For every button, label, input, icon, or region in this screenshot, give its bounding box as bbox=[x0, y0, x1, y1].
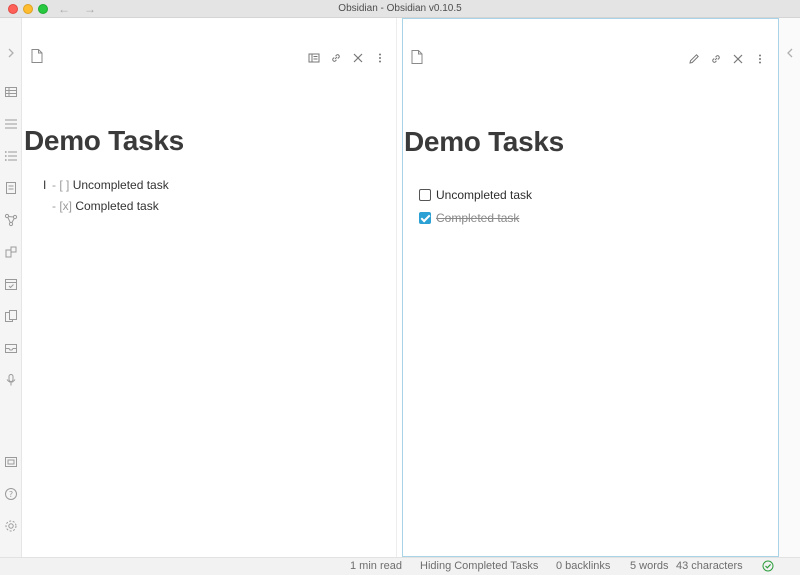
task-text: Uncompleted task bbox=[436, 188, 533, 202]
close-icon[interactable] bbox=[352, 52, 364, 64]
expand-right-sidebar-icon[interactable] bbox=[783, 46, 797, 60]
calendar-icon[interactable] bbox=[4, 277, 18, 291]
task-text: Completed task bbox=[436, 211, 520, 225]
lines-icon[interactable] bbox=[4, 117, 18, 131]
table-icon[interactable] bbox=[4, 85, 18, 99]
list-icon[interactable] bbox=[4, 149, 18, 163]
task-markdown-marker: - [x] bbox=[52, 199, 72, 213]
back-arrow-icon[interactable]: ← bbox=[58, 1, 70, 17]
plugin-status[interactable]: Hiding Completed Tasks bbox=[420, 560, 538, 572]
status-bar: 1 min read Hiding Completed Tasks 0 back… bbox=[0, 557, 800, 575]
title-bar: Obsidian - Obsidian v0.10.5 ← → bbox=[0, 0, 800, 18]
word-count: 5 words bbox=[630, 560, 669, 572]
forward-arrow-icon[interactable]: → bbox=[84, 1, 96, 17]
right-sidebar-strip bbox=[779, 18, 800, 557]
text-cursor-icon: I bbox=[43, 178, 47, 192]
help-icon[interactable]: ? bbox=[4, 487, 18, 501]
more-options-icon[interactable] bbox=[754, 53, 766, 65]
note-heading: Demo Tasks bbox=[404, 126, 564, 157]
inbox-icon[interactable] bbox=[4, 341, 18, 355]
link-icon[interactable] bbox=[710, 53, 722, 65]
task-markdown-marker: - [ ] bbox=[52, 178, 70, 192]
task-text: Completed task bbox=[75, 199, 159, 213]
left-ribbon: ? bbox=[0, 18, 22, 557]
file-icon bbox=[31, 49, 43, 63]
reading-view-icon[interactable] bbox=[308, 52, 320, 64]
source-line[interactable]: - [ ] Uncompleted task bbox=[52, 178, 169, 192]
note-heading: Demo Tasks bbox=[24, 125, 184, 156]
edit-pencil-icon[interactable] bbox=[688, 53, 700, 65]
close-icon[interactable] bbox=[732, 53, 744, 65]
task-item[interactable]: Completed task bbox=[419, 210, 519, 226]
editor-pane-source[interactable]: Demo Tasks - [ ] Uncompleted task - [x] … bbox=[22, 18, 396, 557]
task-text: Uncompleted task bbox=[72, 178, 169, 192]
file-icon bbox=[411, 50, 423, 64]
vault-icon[interactable] bbox=[4, 455, 18, 469]
task-item[interactable]: Uncompleted task bbox=[419, 187, 532, 203]
link-icon[interactable] bbox=[330, 52, 342, 64]
note-icon[interactable] bbox=[4, 181, 18, 195]
task-checkbox-checked[interactable] bbox=[419, 212, 431, 224]
task-checkbox[interactable] bbox=[419, 189, 431, 201]
more-options-icon[interactable] bbox=[374, 52, 386, 64]
settings-icon[interactable] bbox=[4, 519, 18, 533]
window-title: Obsidian - Obsidian v0.10.5 bbox=[338, 3, 462, 14]
files-icon[interactable] bbox=[4, 309, 18, 323]
svg-text:?: ? bbox=[9, 490, 13, 499]
backlink-count[interactable]: 0 backlinks bbox=[556, 560, 610, 572]
source-line[interactable]: - [x] Completed task bbox=[52, 199, 159, 213]
graph-icon[interactable] bbox=[4, 213, 18, 227]
expand-sidebar-icon[interactable] bbox=[4, 46, 18, 60]
read-time: 1 min read bbox=[350, 560, 402, 572]
character-count: 43 characters bbox=[676, 560, 743, 572]
sync-status-icon[interactable] bbox=[762, 560, 774, 572]
plugin-icon[interactable] bbox=[4, 245, 18, 259]
editor-pane-preview[interactable]: Demo Tasks Uncompleted task Completed ta… bbox=[402, 18, 779, 557]
microphone-icon[interactable] bbox=[4, 373, 18, 387]
